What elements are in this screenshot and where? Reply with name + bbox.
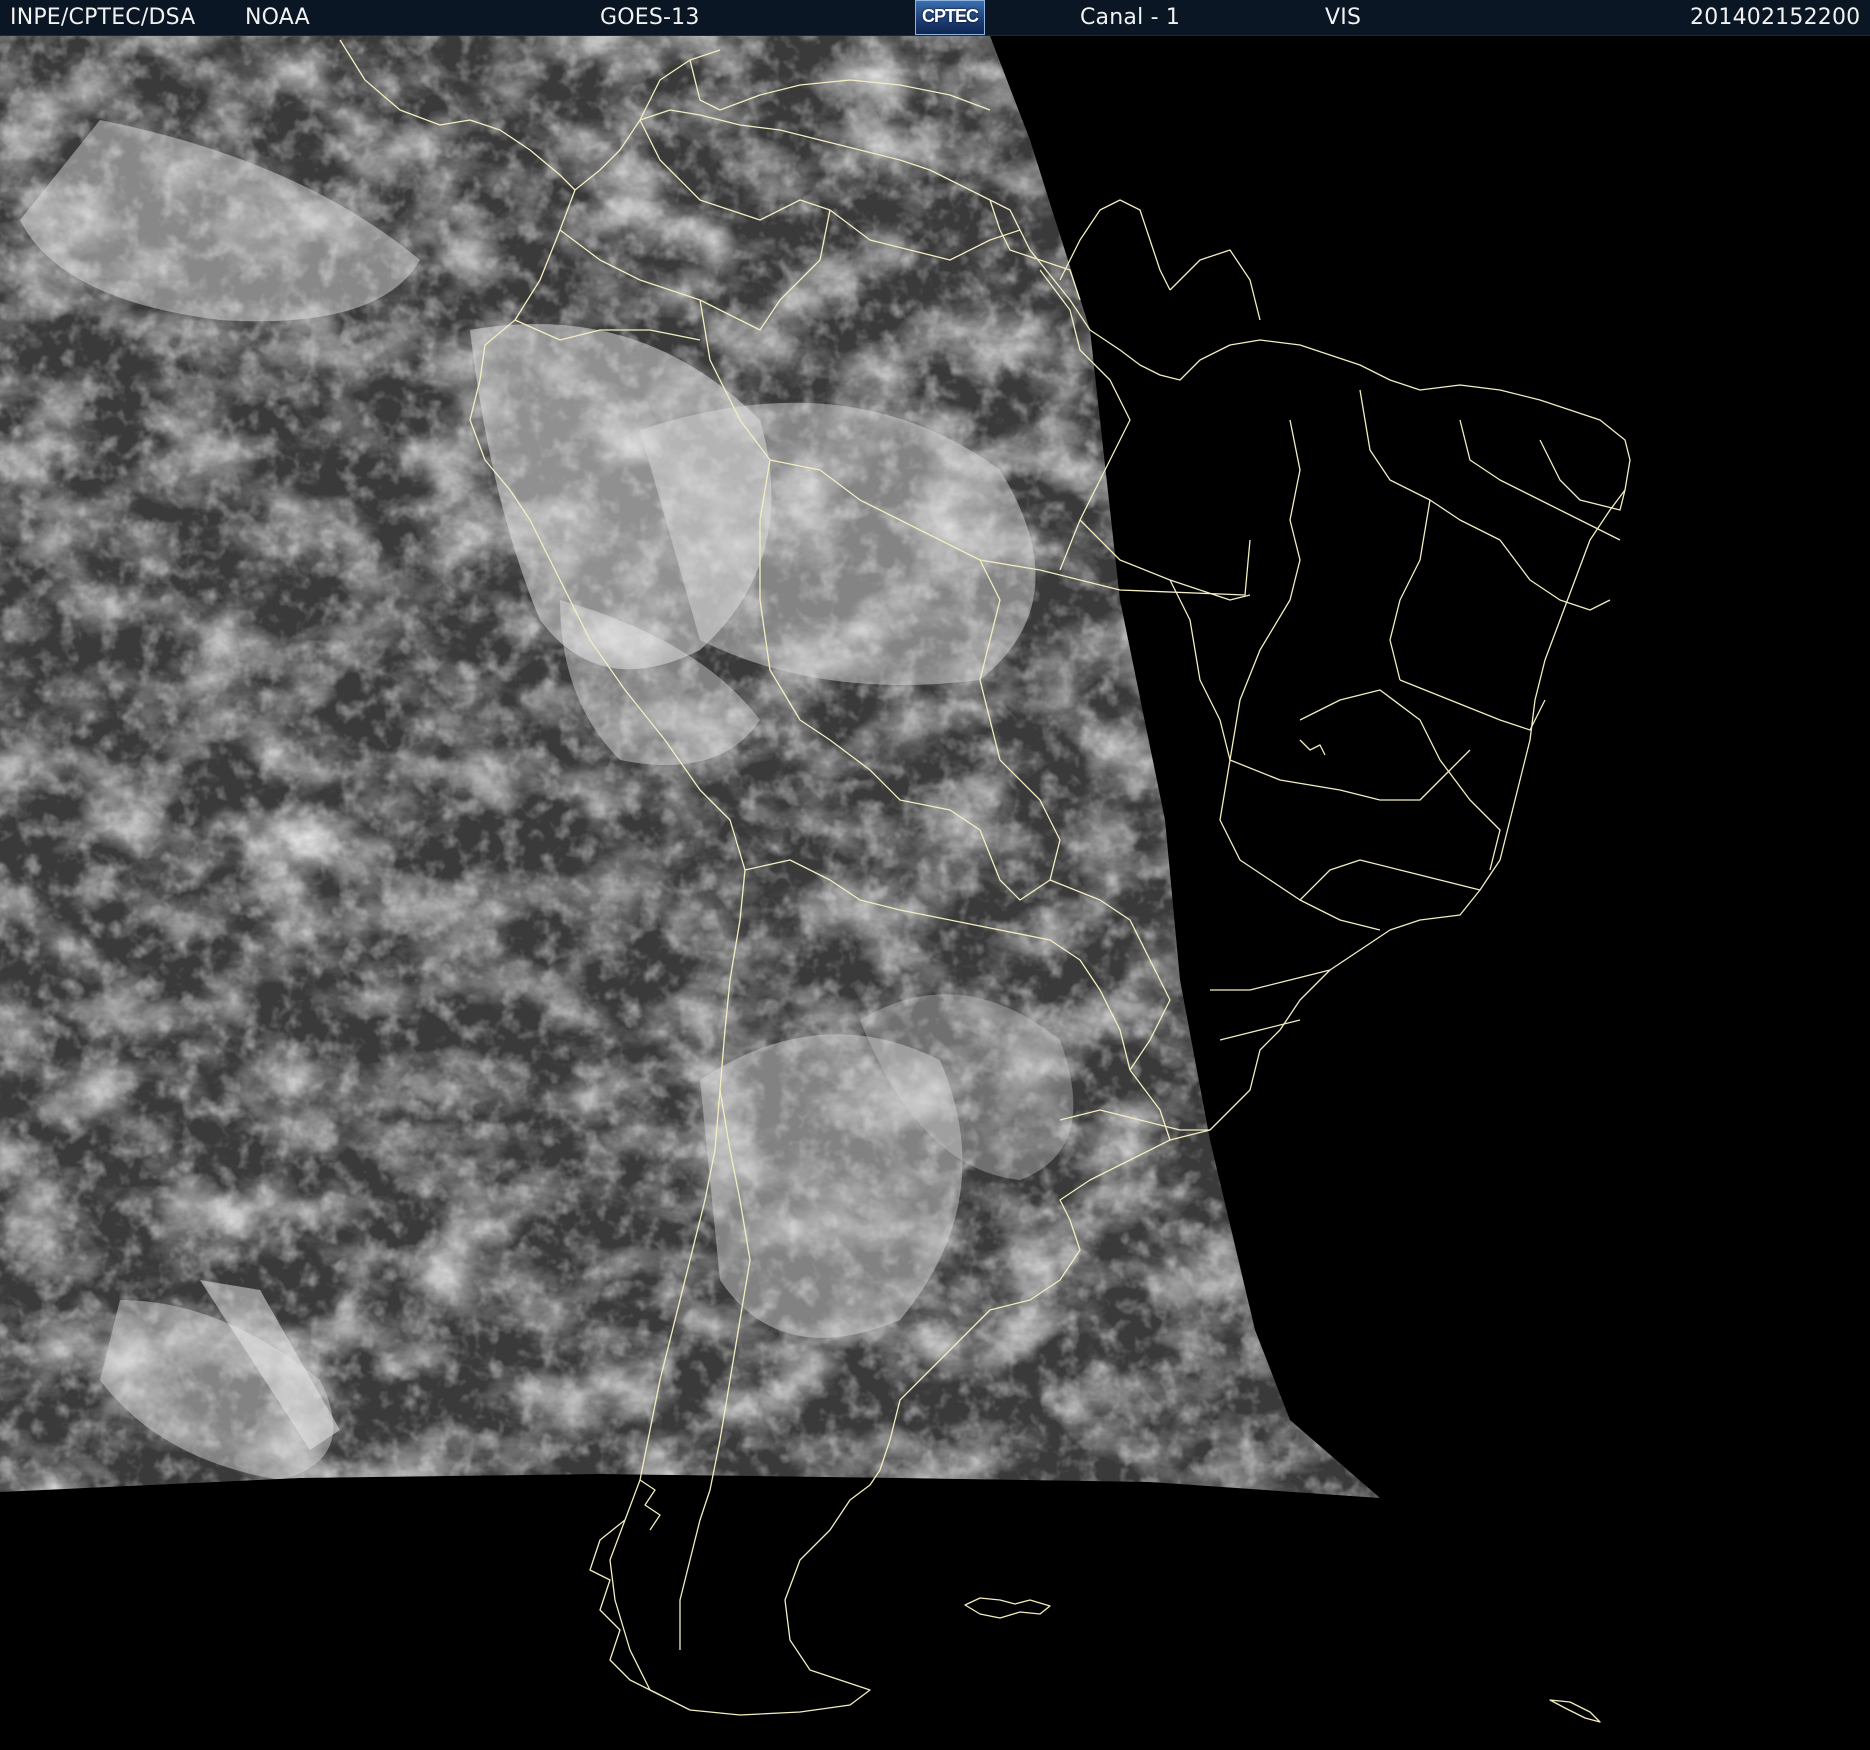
institution-label: INPE/CPTEC/DSA [10, 5, 196, 30]
agency-label: NOAA [245, 5, 310, 30]
satellite-label: GOES-13 [600, 5, 700, 30]
channel-label: Canal - 1 [1080, 5, 1181, 30]
cptec-logo: CPTEC [915, 0, 985, 35]
timestamp-label: 201402152200 [1690, 5, 1861, 30]
satellite-image [0, 36, 1870, 1750]
band-label: VIS [1325, 5, 1362, 30]
image-header: INPE/CPTEC/DSA NOAA GOES-13 CPTEC Canal … [0, 0, 1870, 36]
